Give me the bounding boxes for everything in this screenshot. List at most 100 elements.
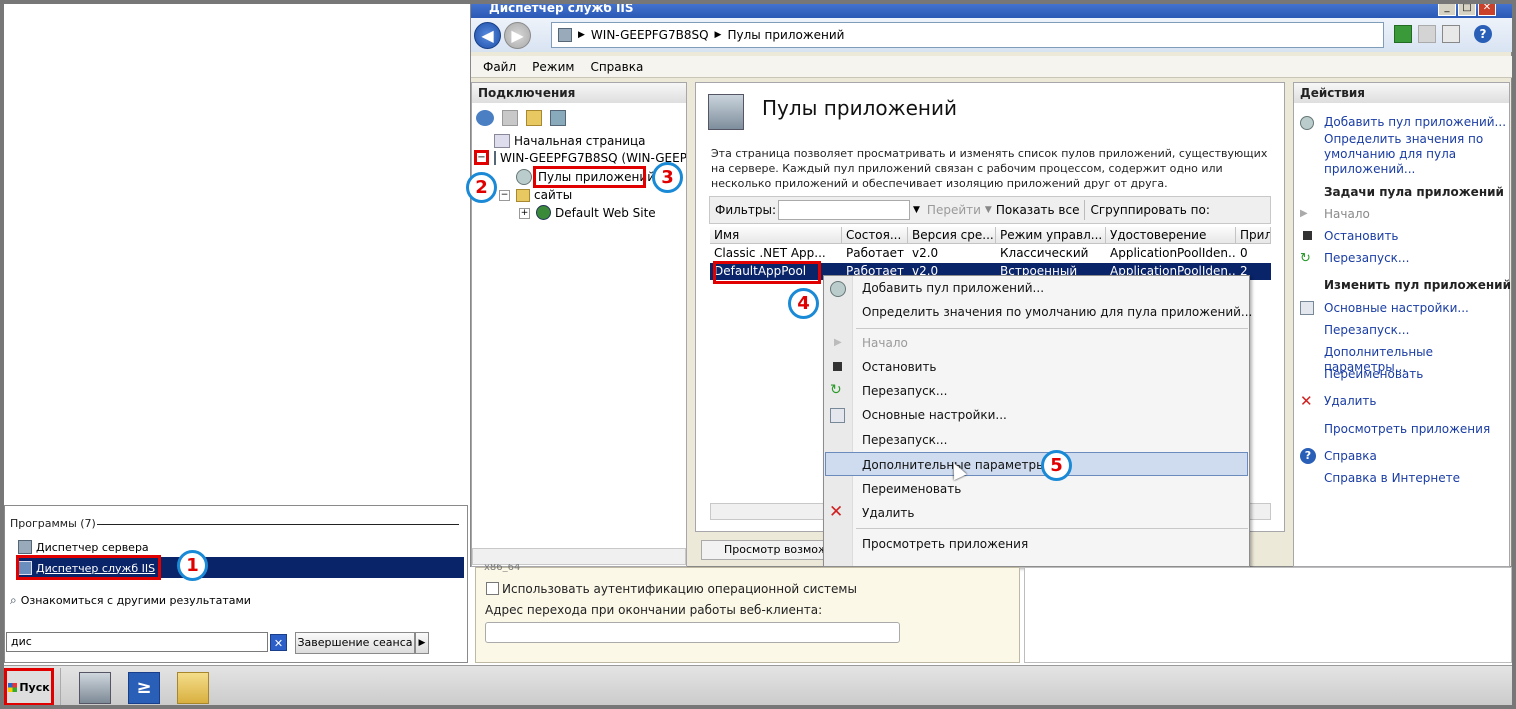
expand-toggle[interactable]: +: [519, 208, 530, 219]
tree-server[interactable]: WIN-GEEPFG7B8SQ (WIN-GEEPF: [494, 151, 686, 165]
menu-view[interactable]: Режим: [532, 60, 574, 74]
breadcrumb-server[interactable]: WIN-GEEPFG7B8SQ: [591, 28, 709, 42]
ctx-basic-settings[interactable]: Основные настройки...: [862, 408, 1007, 422]
ctx-view-applications[interactable]: Просмотреть приложения: [862, 537, 1028, 551]
menu-help[interactable]: Справка: [590, 60, 643, 74]
ctx-add-pool[interactable]: Добавить пул приложений...: [862, 281, 1044, 295]
close-button[interactable]: ✕: [1478, 0, 1496, 16]
back-button[interactable]: ◀: [474, 22, 501, 49]
dialog-fragment-text: x86_64: [484, 564, 521, 572]
ctx-recycle[interactable]: Перезапуск...: [862, 384, 947, 398]
filter-dropdown-icon[interactable]: ▼: [910, 205, 923, 215]
connections-toolbar: [474, 107, 684, 129]
action-view-applications[interactable]: Просмотреть приложения: [1324, 422, 1490, 437]
action-set-defaults[interactable]: Определить значения по умолчанию для пул…: [1324, 132, 1504, 177]
tree-label: сайты: [534, 188, 573, 202]
highlight-app-pools: [533, 166, 646, 188]
start-button[interactable]: Пуск: [4, 668, 54, 706]
column-identity[interactable]: Удостоверение: [1106, 227, 1236, 244]
explorer-icon[interactable]: [177, 672, 209, 704]
action-online-help[interactable]: Справка в Интернете: [1324, 471, 1460, 486]
action-rename[interactable]: Переименовать: [1324, 367, 1423, 382]
logoff-button[interactable]: Завершение сеанса: [295, 632, 415, 654]
forward-button[interactable]: ▶: [504, 22, 531, 49]
restart-icon: ↻: [830, 382, 842, 398]
features-view-tab[interactable]: Просмотр возможн: [701, 540, 825, 560]
menu-file[interactable]: Файл: [483, 60, 516, 74]
maximize-button[interactable]: □: [1458, 0, 1476, 16]
menu-bar: Файл Режим Справка: [471, 56, 1512, 78]
clear-search-icon[interactable]: ✕: [270, 634, 287, 651]
cell-apps: 0: [1240, 246, 1248, 260]
refresh-icon[interactable]: [1394, 25, 1412, 43]
help-icon[interactable]: ?: [1474, 25, 1492, 43]
powershell-icon[interactable]: ≥: [128, 672, 160, 704]
taskbar: [0, 665, 1516, 709]
tree-start-page[interactable]: Начальная страница: [494, 134, 646, 148]
connect-icon[interactable]: [476, 110, 494, 126]
stop-icon[interactable]: [1418, 25, 1436, 43]
ctx-stop[interactable]: Остановить: [862, 360, 937, 374]
action-recycle[interactable]: Перезапуск...: [1324, 251, 1409, 266]
action-help[interactable]: Справка: [1324, 449, 1377, 464]
filter-input[interactable]: [778, 200, 910, 220]
group-by-label[interactable]: Сгруппировать по:: [1090, 203, 1209, 217]
ctx-delete[interactable]: Удалить: [862, 506, 915, 520]
start-icon: ▶: [1300, 208, 1308, 219]
start-search-input[interactable]: дис: [6, 632, 268, 652]
server-icon: [558, 28, 572, 42]
step-1-badge: 1: [177, 550, 208, 581]
column-status[interactable]: Состоя...: [842, 227, 908, 244]
delete-icon: ✕: [1300, 392, 1313, 410]
show-all-button[interactable]: Показать все: [996, 203, 1080, 217]
more-results-link[interactable]: ⌕ Ознакомиться с другими результатами: [10, 590, 251, 610]
go-button[interactable]: Перейти: [923, 203, 981, 217]
app-pool-icon: [516, 169, 532, 185]
action-start[interactable]: Начало: [1324, 207, 1370, 222]
action-stop[interactable]: Остановить: [1324, 229, 1399, 244]
app-pools-icon: [708, 94, 744, 130]
start-icon: ▶: [834, 337, 842, 348]
os-auth-checkbox[interactable]: [486, 582, 499, 595]
tree-label: Начальная страница: [514, 134, 646, 148]
step-5-badge: 5: [1041, 450, 1072, 481]
ctx-separator: [856, 328, 1248, 329]
home-icon[interactable]: [1442, 25, 1460, 43]
restart-icon: ↻: [1300, 251, 1311, 266]
action-add-pool[interactable]: Добавить пул приложений...: [1324, 115, 1506, 130]
exit-url-input[interactable]: [485, 622, 900, 643]
tree-default-web-site[interactable]: Default Web Site: [536, 205, 656, 220]
ctx-recycling[interactable]: Перезапуск...: [862, 433, 947, 447]
server-manager-taskbar-icon[interactable]: [79, 672, 111, 704]
up-folder-icon[interactable]: [526, 110, 542, 126]
connections-hscrollbar[interactable]: [472, 548, 686, 565]
disconnect-icon[interactable]: [550, 110, 566, 126]
ctx-rename[interactable]: Переименовать: [862, 482, 961, 496]
sites-folder-icon: [516, 188, 530, 202]
step-2-badge: 2: [466, 172, 497, 203]
column-applications[interactable]: Прил: [1236, 227, 1271, 244]
add-pool-icon: [1300, 116, 1314, 130]
action-delete[interactable]: Удалить: [1324, 394, 1377, 409]
logoff-options-arrow-icon[interactable]: ▶: [415, 632, 429, 654]
exit-url-label: Адрес перехода при окончании работы веб-…: [485, 603, 823, 617]
globe-icon: [536, 205, 551, 220]
column-pipeline-mode[interactable]: Режим управл...: [996, 227, 1106, 244]
ctx-set-defaults[interactable]: Определить значения по умолчанию для пул…: [862, 305, 1252, 319]
minimize-button[interactable]: _: [1438, 0, 1456, 16]
highlight-collapse: [474, 150, 489, 165]
tree-sites[interactable]: сайты: [516, 188, 572, 202]
action-recycling[interactable]: Перезапуск...: [1324, 323, 1409, 338]
page-title: Пулы приложений: [762, 96, 957, 120]
program-server-manager[interactable]: Диспетчер сервера: [18, 537, 149, 557]
expand-toggle[interactable]: −: [499, 190, 510, 201]
save-icon[interactable]: [502, 110, 518, 126]
column-name[interactable]: Имя: [710, 227, 842, 244]
breadcrumb-app-pools[interactable]: Пулы приложений: [727, 28, 844, 42]
address-breadcrumb[interactable]: ▶ WIN-GEEPFG7B8SQ ▶ Пулы приложений: [551, 22, 1384, 48]
ctx-start[interactable]: Начало: [862, 336, 908, 350]
action-basic-settings[interactable]: Основные настройки...: [1324, 301, 1469, 316]
column-clr-version[interactable]: Версия сре...: [908, 227, 996, 244]
basic-settings-icon: [1300, 301, 1314, 315]
go-dropdown-icon[interactable]: ▼: [981, 205, 996, 215]
